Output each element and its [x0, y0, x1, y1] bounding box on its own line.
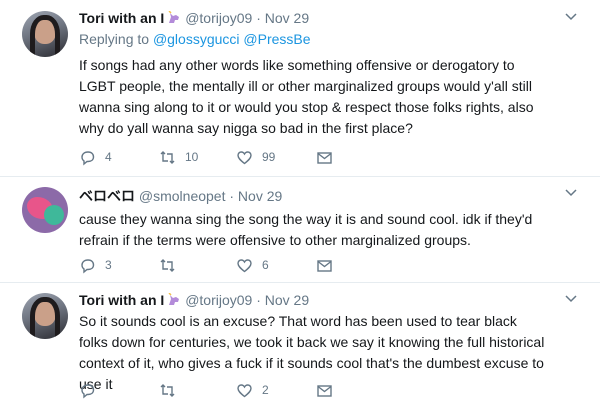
chevron-down-icon[interactable] [564, 188, 578, 198]
retweet-button[interactable] [159, 380, 185, 400]
tweet[interactable]: Tori with an I @torijoy09 · Nov 29 So it… [0, 283, 600, 403]
timestamp[interactable]: · Nov 29 [256, 292, 309, 308]
tweet-text: cause they wanna sing the song the way i… [79, 211, 533, 248]
unicorn-emoji-icon [168, 11, 180, 23]
reply-button[interactable]: 3 [79, 255, 112, 275]
like-count: 6 [262, 258, 269, 272]
direct-message-button[interactable] [316, 255, 333, 275]
handle[interactable]: @torijoy09 [185, 292, 252, 308]
reply-icon [81, 258, 95, 273]
retweet-count: 10 [185, 150, 199, 164]
heart-icon [237, 258, 252, 272]
display-name[interactable]: Tori with an I [79, 292, 164, 308]
tweet[interactable]: Tori with an I @torijoy09 · Nov 29 Reply… [0, 0, 600, 175]
tweet-actions: 3 6 [79, 255, 549, 275]
like-count: 2 [262, 383, 269, 397]
unicorn-emoji-icon [168, 293, 180, 305]
like-button[interactable]: 6 [236, 255, 269, 275]
like-count: 99 [262, 150, 276, 164]
envelope-icon [317, 259, 332, 272]
reply-button[interactable]: 4 [79, 147, 112, 167]
direct-message-button[interactable] [316, 147, 333, 167]
tweet-actions: 2 [79, 380, 549, 400]
timestamp[interactable]: · Nov 29 [256, 10, 309, 26]
reply-icon [81, 383, 95, 398]
heart-icon [237, 150, 252, 164]
like-button[interactable]: 99 [236, 147, 275, 167]
direct-message-button[interactable] [316, 380, 333, 400]
retweet-button[interactable]: 10 [159, 147, 198, 167]
reply-icon [81, 150, 95, 165]
like-button[interactable]: 2 [236, 380, 269, 400]
heart-icon [237, 383, 252, 397]
chevron-down-icon[interactable] [564, 294, 578, 304]
tweet-text: If songs had any other words like someth… [79, 57, 534, 136]
display-name[interactable]: ベロベロ [79, 188, 135, 204]
timestamp[interactable]: · Nov 29 [229, 188, 282, 204]
reply-count: 4 [105, 150, 112, 164]
retweet-icon [160, 258, 175, 272]
display-name[interactable]: Tori with an I [79, 10, 164, 26]
handle[interactable]: @torijoy09 [185, 10, 252, 26]
tweet[interactable]: ベロベロ @smolneopet · Nov 29 cause they wan… [0, 177, 600, 282]
envelope-icon [317, 384, 332, 397]
avatar[interactable] [22, 11, 68, 57]
replying-to: Replying to @glossygucci @PressBe [79, 31, 311, 47]
avatar[interactable] [22, 293, 68, 339]
envelope-icon [317, 151, 332, 164]
retweet-button[interactable] [159, 255, 185, 275]
tweet-actions: 4 10 99 [79, 147, 549, 167]
avatar[interactable] [22, 187, 68, 233]
replying-handles[interactable]: @glossygucci @PressBe [153, 31, 311, 47]
handle[interactable]: @smolneopet [139, 188, 226, 204]
retweet-icon [160, 383, 175, 397]
retweet-icon [160, 150, 175, 164]
chevron-down-icon[interactable] [564, 12, 578, 22]
reply-count: 3 [105, 258, 112, 272]
replying-prefix: Replying to [79, 31, 150, 47]
reply-button[interactable] [79, 380, 105, 400]
